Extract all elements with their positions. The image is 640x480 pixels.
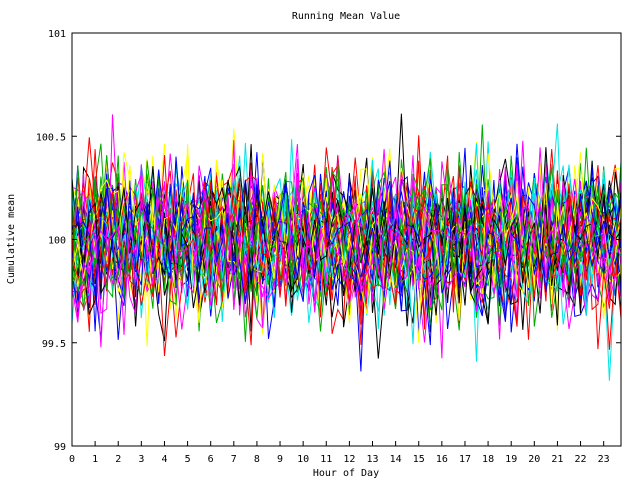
series-lines	[71, 113, 622, 381]
x-tick-label: 2	[115, 454, 121, 465]
x-tick-label: 20	[528, 454, 540, 465]
x-tick-label: 19	[505, 454, 517, 465]
y-tick-label: 100.5	[36, 132, 66, 143]
x-tick-label: 23	[598, 454, 610, 465]
x-tick-label: 5	[185, 454, 191, 465]
x-tick-label: 1	[92, 454, 98, 465]
x-tick-label: 17	[459, 454, 471, 465]
y-tick-label: 99.5	[42, 339, 66, 350]
y-tick-label: 100	[48, 236, 66, 247]
x-tick-label: 10	[297, 454, 309, 465]
x-tick-label: 15	[413, 454, 425, 465]
plot-area	[71, 32, 622, 447]
x-tick-label: 7	[231, 454, 237, 465]
chart-title: Running Mean Value	[292, 11, 400, 22]
x-axis: 0 1 2 3 4 5 6 7 8 9 10 11 12 13 14 15 16 17 18 19 20 21 22 23	[69, 441, 610, 465]
x-tick-label: 12	[343, 454, 355, 465]
y-tick-label: 101	[48, 29, 66, 40]
x-tick-label: 16	[436, 454, 448, 465]
x-tick-label: 21	[551, 454, 563, 465]
x-tick-label: 18	[482, 454, 494, 465]
x-tick-label: 6	[208, 454, 214, 465]
x-tick-label: 8	[254, 454, 260, 465]
x-tick-label: 11	[320, 454, 332, 465]
x-tick-label: 14	[390, 454, 402, 465]
x-tick-label: 3	[138, 454, 144, 465]
x-tick-label: 22	[575, 454, 587, 465]
x-tick-label: 0	[69, 454, 75, 465]
running-mean-chart: Running Mean Value 0 1 2 3 4 5 6 7 8 9 10 11 12 13 14 1…	[6, 11, 622, 479]
y-tick-label: 99	[54, 442, 66, 453]
y-axis-label: Cumulative mean	[6, 194, 17, 284]
x-tick-label: 4	[161, 454, 167, 465]
x-tick-label: 13	[366, 454, 378, 465]
x-axis-label: Hour of Day	[313, 468, 379, 479]
x-tick-label: 9	[277, 454, 283, 465]
